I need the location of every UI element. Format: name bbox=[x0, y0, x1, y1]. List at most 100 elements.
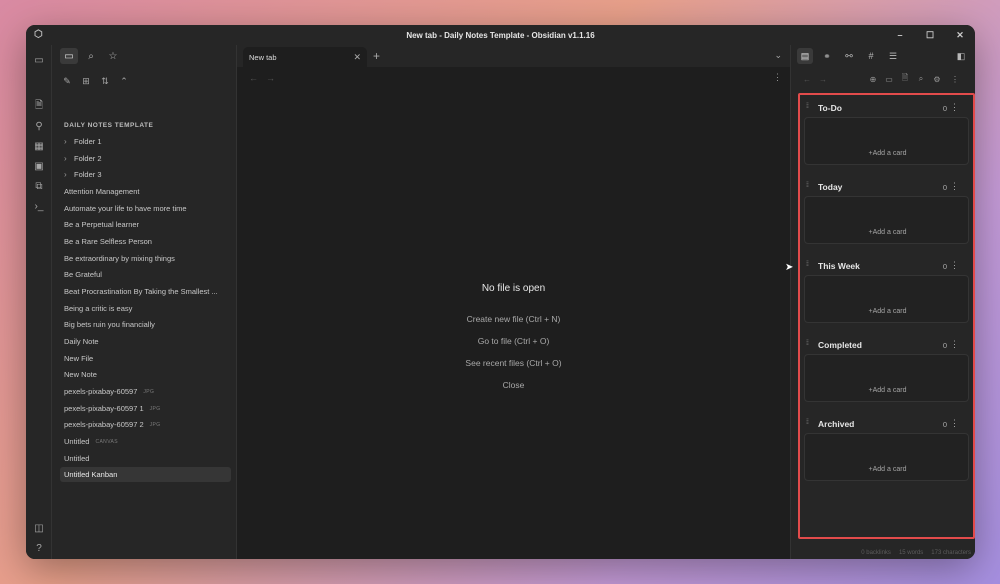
lane-count: 0 bbox=[942, 341, 947, 350]
character-count: 173 characters bbox=[931, 550, 971, 556]
sidebar-item-file[interactable]: Be Grateful bbox=[60, 267, 231, 282]
nav-arrows: ←→ bbox=[249, 73, 283, 83]
add-list-icon[interactable]: ⊕ bbox=[867, 73, 879, 85]
help-icon[interactable]: ? bbox=[32, 541, 46, 555]
ribbon: ▭ 🗎 ⚲ ▦ ▣ ⧉ ›_ ◫ ? ⚙ bbox=[26, 45, 52, 559]
go-to-file-link[interactable]: Go to file (Ctrl + O) bbox=[237, 330, 790, 352]
bookmark-icon[interactable]: ☆ bbox=[104, 48, 122, 64]
lane-title: Today bbox=[818, 182, 843, 192]
maximize-button[interactable]: ☐ bbox=[915, 25, 945, 45]
new-note-icon[interactable]: ✎ bbox=[60, 74, 74, 88]
forward-arrow-icon[interactable]: → bbox=[817, 73, 829, 85]
sidebar-item-file[interactable]: Be extraordinary by mixing things bbox=[60, 251, 231, 266]
backlinks-count: 0 backlinks bbox=[861, 550, 891, 556]
sidebar-item-file-selected[interactable]: Untitled Kanban bbox=[60, 467, 231, 482]
tab-bar: New tab ✕ + ⌄ bbox=[237, 45, 790, 67]
recent-files-link[interactable]: See recent files (Ctrl + O) bbox=[237, 352, 790, 374]
sidebar-item-file[interactable]: pexels-pixabay-60597 1 JPG bbox=[60, 401, 231, 416]
lane-body: +Add a card bbox=[804, 117, 969, 165]
lane-menu-icon[interactable]: ⋮ bbox=[950, 418, 959, 429]
file-explorer-actions: ✎ ⊞ ⇅ ⌃ bbox=[52, 71, 131, 91]
minimize-button[interactable]: – bbox=[885, 25, 915, 45]
lane-title: Archived bbox=[818, 419, 855, 429]
lane-menu-icon[interactable]: ⋮ bbox=[950, 260, 959, 271]
close-link[interactable]: Close bbox=[237, 374, 790, 396]
drag-handle-icon[interactable]: ⁞⁞ bbox=[806, 103, 809, 110]
sidebar-item-file[interactable]: Untitled CANVAS bbox=[60, 434, 231, 449]
sidebar-item-file[interactable]: Daily Note bbox=[60, 334, 231, 349]
sidebar-item-file[interactable]: Beat Procrastination By Taking the Small… bbox=[60, 284, 235, 299]
sidebar-item-file[interactable]: pexels-pixabay-60597 JPG bbox=[60, 384, 231, 399]
add-card-button[interactable]: +Add a card bbox=[805, 229, 970, 236]
sidebar-item-file[interactable]: Being a critic is easy bbox=[60, 301, 231, 316]
search-icon[interactable]: ⌕ bbox=[915, 73, 927, 85]
vault-icon[interactable]: ◫ bbox=[32, 521, 46, 535]
lane-title: This Week bbox=[818, 261, 860, 271]
sidebar-item-file[interactable]: Be a Perpetual learner bbox=[60, 217, 231, 232]
more-options-icon[interactable]: ⋮ bbox=[773, 72, 782, 83]
create-new-file-link[interactable]: Create new file (Ctrl + N) bbox=[237, 308, 790, 330]
drag-handle-icon[interactable]: ⁞⁞ bbox=[806, 261, 809, 268]
document-icon[interactable]: 🗎 bbox=[899, 73, 911, 85]
close-window-button[interactable]: ✕ bbox=[945, 25, 975, 45]
more-options-icon[interactable]: ⋮ bbox=[949, 73, 961, 85]
terminal-icon[interactable]: ›_ bbox=[32, 199, 46, 213]
chevron-down-icon[interactable]: ⌄ bbox=[774, 50, 782, 61]
search-icon[interactable]: ⌕ bbox=[82, 48, 100, 64]
sidebar-item-file[interactable]: New Note bbox=[60, 367, 231, 382]
files-icon[interactable]: 🗎 bbox=[32, 99, 46, 113]
lane-menu-icon[interactable]: ⋮ bbox=[950, 339, 959, 350]
window-title: New tab - Daily Notes Template - Obsidia… bbox=[406, 30, 595, 40]
sort-icon[interactable]: ⇅ bbox=[98, 74, 112, 88]
add-card-button[interactable]: +Add a card bbox=[805, 150, 970, 157]
sidebar-item-file[interactable]: Untitled bbox=[60, 451, 231, 466]
add-card-button[interactable]: +Add a card bbox=[805, 308, 970, 315]
lane-menu-icon[interactable]: ⋮ bbox=[950, 181, 959, 192]
forward-arrow-icon[interactable]: → bbox=[266, 73, 283, 83]
link-icon[interactable]: ⚭ bbox=[819, 48, 835, 64]
drag-handle-icon[interactable]: ⁞⁞ bbox=[806, 340, 809, 347]
lane-body: +Add a card bbox=[804, 196, 969, 244]
drag-handle-icon[interactable]: ⁞⁞ bbox=[806, 182, 809, 189]
sidebar-item-file[interactable]: Automate your life to have more time bbox=[60, 201, 231, 216]
graph-icon[interactable]: ⚲ bbox=[32, 119, 46, 133]
collapse-icon[interactable]: ⌃ bbox=[117, 74, 131, 88]
grid-icon[interactable]: ▦ bbox=[32, 139, 46, 153]
file-explorer-icon[interactable]: ▭ bbox=[60, 48, 78, 64]
sidebar-item-folder-1[interactable]: › Folder 1 bbox=[60, 134, 231, 149]
sidebar-item-folder-2[interactable]: › Folder 2 bbox=[60, 151, 231, 166]
sidebar-item-folder-3[interactable]: › Folder 3 bbox=[60, 167, 231, 182]
calendar-icon[interactable]: ▣ bbox=[32, 159, 46, 173]
file-ext-badge: JPG bbox=[143, 388, 155, 395]
kanban-view-icon[interactable]: ▤ bbox=[797, 48, 813, 64]
sidebar-item-file[interactable]: New File bbox=[60, 351, 231, 366]
sidebar-item-file[interactable]: Big bets ruin you financially bbox=[60, 317, 231, 332]
right-sidebar: ▤ ⚭ ⚯ # ☰ ◧ ← → ⊕ ▭ 🗎 ⌕ ⚙ ⋮ ⁞⁞ To-Do 0 ⋮… bbox=[790, 45, 975, 559]
lane-count: 0 bbox=[942, 104, 947, 113]
archive-icon[interactable]: ▭ bbox=[883, 73, 895, 85]
drag-handle-icon[interactable]: ⁞⁞ bbox=[806, 419, 809, 426]
tab-new-tab[interactable]: New tab ✕ bbox=[243, 47, 367, 67]
sidebar-item-file[interactable]: Attention Management bbox=[60, 184, 231, 199]
empty-state: No file is open Create new file (Ctrl + … bbox=[237, 283, 790, 396]
outgoing-links-icon[interactable]: ⚯ bbox=[841, 48, 857, 64]
copy-icon[interactable]: ⧉ bbox=[32, 179, 46, 193]
new-tab-icon[interactable]: + bbox=[373, 49, 380, 63]
tags-icon[interactable]: # bbox=[863, 48, 879, 64]
gear-icon[interactable]: ⚙ bbox=[931, 73, 943, 85]
add-card-button[interactable]: +Add a card bbox=[805, 466, 970, 473]
add-card-button[interactable]: +Add a card bbox=[805, 387, 970, 394]
back-arrow-icon[interactable]: ← bbox=[801, 73, 813, 85]
lane-menu-icon[interactable]: ⋮ bbox=[950, 102, 959, 113]
sidebar-item-file[interactable]: pexels-pixabay-60597 2 JPG bbox=[60, 417, 231, 432]
new-folder-icon[interactable]: ⊞ bbox=[79, 74, 93, 88]
toggle-sidebar-icon[interactable]: ▭ bbox=[32, 53, 46, 67]
close-tab-icon[interactable]: ✕ bbox=[353, 52, 361, 63]
chevron-right-icon: › bbox=[64, 154, 67, 163]
outline-icon[interactable]: ☰ bbox=[885, 48, 901, 64]
toggle-right-sidebar-icon[interactable]: ◧ bbox=[953, 48, 969, 64]
app-window: ⬡ New tab - Daily Notes Template - Obsid… bbox=[26, 25, 975, 559]
sidebar-item-file[interactable]: Be a Rare Selfless Person bbox=[60, 234, 231, 249]
lane-count: 0 bbox=[942, 420, 947, 429]
back-arrow-icon[interactable]: ← bbox=[249, 73, 266, 83]
